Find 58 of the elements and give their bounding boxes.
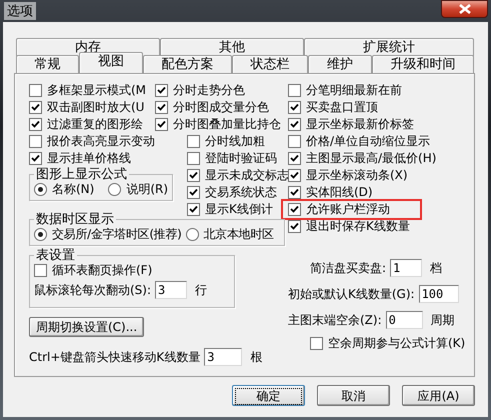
unit-label: 档 [430,260,442,276]
input-field[interactable]: 0 [386,311,423,329]
window-title: 选项 [4,2,36,20]
checkbox-label[interactable]: 显示挂单价格线 [47,150,131,167]
period-button[interactable]: 周期切换设置(C)... [29,317,144,337]
checkbox-label[interactable]: 报价表高亮显示变动 [47,133,155,150]
checkbox-label[interactable]: 双击副图时放大(U [47,99,144,116]
tab[interactable]: 其他 [160,38,304,56]
cancel-button[interactable]: 取消 [317,385,390,406]
tab[interactable]: 维护 [308,55,372,73]
checkbox-label[interactable]: 分笔明细最新在前 [306,82,402,99]
radio-label[interactable]: 名称(N) [52,181,94,198]
field-label: Ctrl+键盘箭头快速移动K线数量 [29,348,200,366]
group-title: 图形上显示公式 [35,168,128,181]
checkbox-label[interactable]: 显示未成交标志 [205,167,289,184]
input-field[interactable]: 100 [418,285,459,303]
ok-button[interactable]: 确定 [232,385,305,406]
field-label: 主图末端空余(Z): [288,312,382,328]
apply-button[interactable]: 应用(A) [402,385,475,406]
checkbox-label[interactable]: 分时线加粗 [205,133,265,150]
checkbox-label[interactable]: 分时图叠加量比持仓 [173,116,281,133]
tab[interactable]: 升级和时间 [372,55,474,73]
group-title: 表设置 [35,249,76,262]
field-label: 简洁盘买卖盘: [310,260,386,276]
group-title: 数据时区显示 [35,213,115,226]
checkbox-label[interactable]: 主图显示最高/最低价(H) [306,150,436,167]
field-label: 初始或默认K线数量(G): [288,286,415,302]
checkbox-label[interactable]: 空余周期参与公式计算(K) [328,335,466,352]
checkbox-label[interactable]: 显示坐标滚动条(X) [306,167,408,184]
input-field[interactable]: 1 [390,259,422,277]
checkbox-label[interactable]: 退出时保存K线数量 [306,218,410,235]
checkbox-label[interactable]: 价格/单位自动缩位显示 [306,133,430,150]
checkbox-label[interactable]: 分时走势分色 [173,82,245,99]
checkbox-label[interactable]: 循环表翻页操作(F) [52,262,152,279]
checkbox-label[interactable]: 显示坐标最新价标签 [306,116,414,133]
tab[interactable]: 配色方案 [142,55,232,73]
tab[interactable]: 扩展统计 [304,38,474,56]
radio-label[interactable]: 北京本地时区 [204,226,274,243]
checkbox-label[interactable]: 允许账户栏浮动 [306,201,390,218]
radio-label[interactable]: 说明(R) [126,181,168,198]
unit-label: 周期 [430,312,455,328]
checkbox-label[interactable]: 买卖盘口置顶 [306,99,378,116]
input-field[interactable]: 3 [155,281,188,299]
checkbox-label[interactable]: 交易系统状态 [205,184,277,201]
checkbox-label[interactable]: 过滤重复的图形绘 [47,116,143,133]
unit-label: 根 [250,348,262,366]
tab[interactable]: 状态栏 [232,55,308,73]
checkbox-label[interactable]: 实体阳线(D) [306,184,373,201]
tab[interactable]: 常规 [16,55,80,73]
radio-label[interactable]: 交易所/金字塔时区(推荐) [52,226,182,243]
checkbox-label[interactable]: 显示K线倒计 [205,201,273,218]
checkbox-label[interactable]: 登陆时验证码 [205,150,277,167]
checkbox-label[interactable]: 分时图成交量分色 [173,99,269,116]
checkbox-label[interactable]: 多框架显示模式(M [47,82,146,99]
unit-label: 行 [195,282,208,298]
tab[interactable]: 视图 [79,52,143,73]
input-field[interactable]: 3 [204,348,242,366]
field-label: 鼠标滚轮每次翻动(S): [34,282,152,298]
